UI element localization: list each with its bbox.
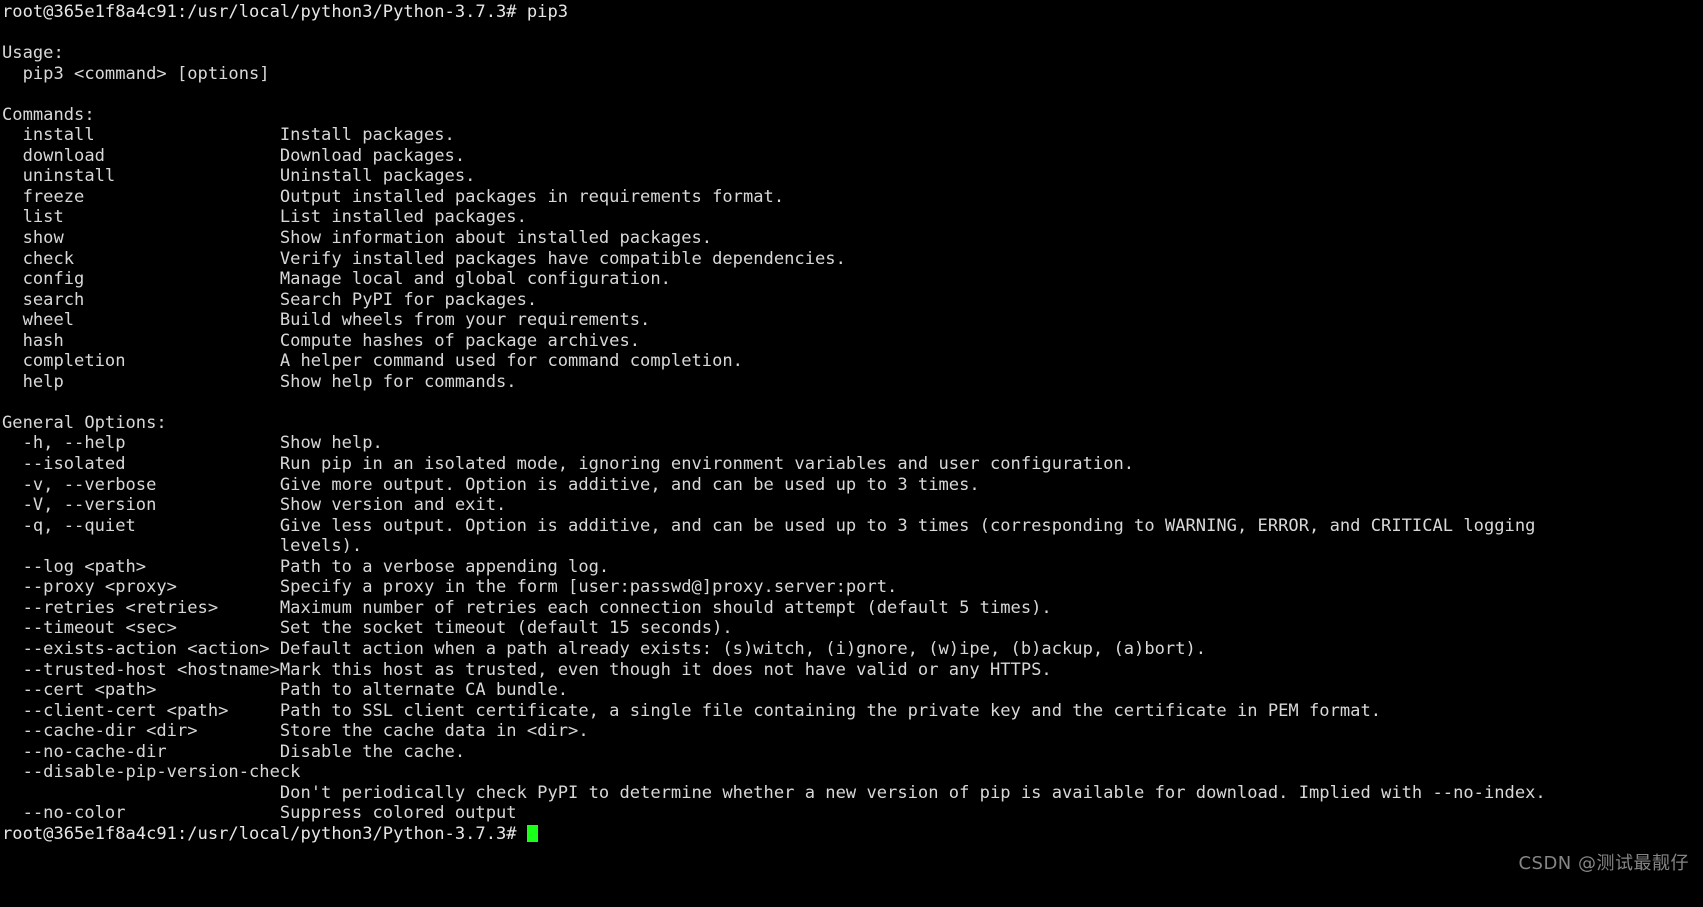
- command-row: check Verify installed packages have com…: [2, 248, 846, 269]
- command-line: root@365e1f8a4c91:/usr/local/python3/Pyt…: [2, 2, 1703, 23]
- option-row: --log <path> Path to a verbose appending…: [2, 556, 610, 577]
- option-row: --proxy <proxy> Specify a proxy in the f…: [2, 577, 898, 598]
- command-row: completion A helper command used for com…: [2, 351, 743, 372]
- block-cursor-icon: [526, 824, 539, 842]
- general-options-heading: General Options:: [2, 412, 167, 433]
- option-row: --client-cert <path> Path to SSL client …: [2, 700, 1382, 721]
- command-row: search Search PyPI for packages.: [2, 289, 538, 310]
- option-row: --retries <retries> Maximum number of re…: [2, 597, 1052, 618]
- command-row: hash Compute hashes of package archives.: [2, 330, 641, 351]
- shell-prompt: root@365e1f8a4c91:/usr/local/python3/Pyt…: [2, 2, 527, 22]
- final-prompt-line[interactable]: root@365e1f8a4c91:/usr/local/python3/Pyt…: [2, 824, 1703, 845]
- general-options-list: -h, --help Show help. --isolated Run pip…: [2, 433, 1703, 823]
- option-row: --exists-action <action> Default action …: [2, 638, 1207, 659]
- option-row: -h, --help Show help.: [2, 433, 383, 454]
- command-row: config Manage local and global configura…: [2, 269, 671, 290]
- command-row: freeze Output installed packages in requ…: [2, 186, 785, 207]
- shell-prompt: root@365e1f8a4c91:/usr/local/python3/Pyt…: [2, 823, 527, 844]
- command-row: list List installed packages.: [2, 207, 527, 228]
- usage-line: pip3 <command> [options]: [2, 63, 270, 84]
- option-row: -q, --quiet Give less output. Option is …: [2, 515, 1536, 536]
- option-row: --isolated Run pip in an isolated mode, …: [2, 454, 1135, 475]
- option-row: --cert <path> Path to alternate CA bundl…: [2, 680, 569, 701]
- option-row: --cache-dir <dir> Store the cache data i…: [2, 721, 589, 742]
- command-row: uninstall Uninstall packages.: [2, 166, 476, 187]
- option-row: -V, --version Show version and exit.: [2, 495, 507, 516]
- command-row: install Install packages.: [2, 125, 455, 146]
- option-row: --timeout <sec> Set the socket timeout (…: [2, 618, 733, 639]
- option-row: -v, --verbose Give more output. Option i…: [2, 474, 980, 495]
- option-row: --disable-pip-version-check: [2, 762, 301, 783]
- command-row: download Download packages.: [2, 145, 466, 166]
- command-row: help Show help for commands.: [2, 371, 517, 392]
- option-row: --no-cache-dir Disable the cache.: [2, 741, 466, 762]
- command-row: show Show information about installed pa…: [2, 228, 713, 249]
- option-row: --no-color Suppress colored output: [2, 803, 517, 824]
- option-row-continuation: levels).: [2, 536, 363, 557]
- watermark-label: CSDN @测试最靓仔: [1518, 853, 1689, 875]
- usage-heading: Usage:: [2, 43, 64, 64]
- option-row-continuation: Don't periodically check PyPI to determi…: [2, 782, 1546, 803]
- command-text: pip3: [526, 2, 569, 22]
- option-row: --trusted-host <hostname>Mark this host …: [2, 659, 1052, 680]
- commands-list: install Install packages. download Downl…: [2, 125, 1703, 392]
- command-row: wheel Build wheels from your requirement…: [2, 310, 651, 331]
- commands-heading: Commands:: [2, 104, 95, 125]
- terminal-window[interactable]: root@365e1f8a4c91:/usr/local/python3/Pyt…: [0, 0, 1703, 907]
